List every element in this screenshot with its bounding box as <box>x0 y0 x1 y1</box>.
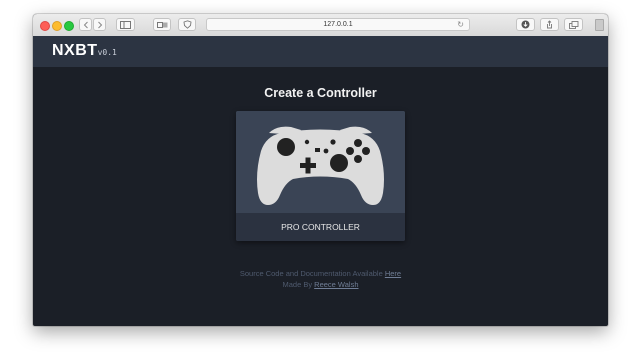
footer-source-text: Source Code and Documentation Available <box>239 269 385 278</box>
downloads-button[interactable] <box>516 18 535 31</box>
footer: Source Code and Documentation Available … <box>33 268 608 290</box>
window-resize-handle[interactable] <box>595 19 604 31</box>
footer-line-source: Source Code and Documentation Available … <box>33 268 608 279</box>
brand-name: NXBT <box>52 42 98 59</box>
reload-icon[interactable]: ↻ <box>457 19 464 31</box>
privacy-button[interactable] <box>178 18 196 31</box>
zoom-window-button[interactable] <box>64 21 74 31</box>
source-code-link[interactable]: Here <box>385 269 401 278</box>
page-title: Create a Controller <box>264 86 377 100</box>
app-brand[interactable]: NXBTv0.1 <box>52 42 117 60</box>
footer-author-text: Made By <box>282 280 315 289</box>
address-bar[interactable]: 127.0.0.1 ↻ <box>206 18 470 31</box>
shield-icon <box>183 20 191 29</box>
chevron-right-icon <box>97 21 102 28</box>
card-label: PRO CONTROLLER <box>236 213 405 241</box>
new-tab-button[interactable] <box>564 18 583 31</box>
minimize-window-button[interactable] <box>52 21 62 31</box>
duplicate-tab-icon <box>568 20 578 29</box>
back-button[interactable] <box>79 18 92 31</box>
version-label: v0.1 <box>97 48 117 57</box>
sidebar-button[interactable] <box>116 18 135 31</box>
download-icon <box>521 20 530 29</box>
pro-controller-icon <box>257 126 384 205</box>
chevron-left-icon <box>83 21 88 28</box>
share-icon <box>547 20 552 29</box>
footer-line-author: Made By Reece Walsh <box>33 279 608 290</box>
author-link[interactable]: Reece Walsh <box>314 280 358 289</box>
tab-overview-button[interactable] <box>153 18 171 31</box>
pro-controller-card[interactable]: PRO CONTROLLER <box>236 111 405 241</box>
app-header: NXBTv0.1 <box>33 36 608 67</box>
close-window-button[interactable] <box>40 21 50 31</box>
forward-button[interactable] <box>93 18 106 31</box>
controller-art <box>236 111 405 213</box>
browser-toolbar: 127.0.0.1 ↻ <box>33 14 608 37</box>
share-button[interactable] <box>540 18 559 31</box>
url-text: 127.0.0.1 <box>323 21 353 28</box>
sidebar-icon <box>120 20 131 29</box>
tabs-icon <box>156 21 167 28</box>
browser-window: 127.0.0.1 ↻ NXBTv0.1 Create a Controller <box>33 14 608 326</box>
